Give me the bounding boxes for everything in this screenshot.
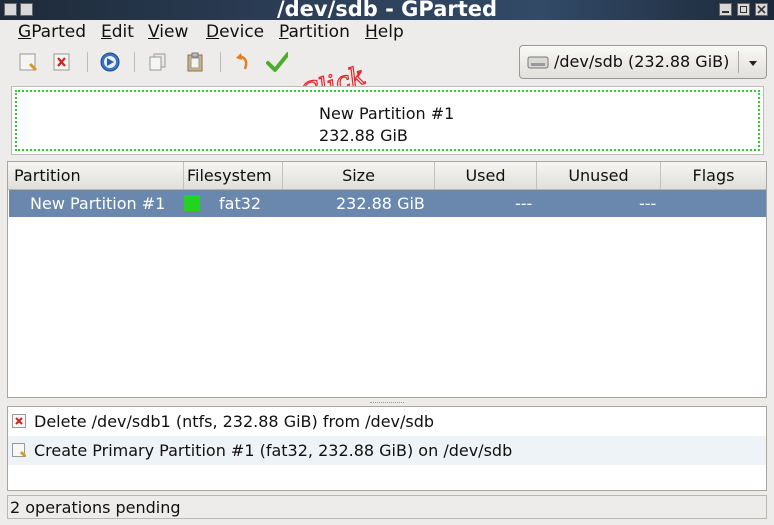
toolbar-separator [220, 52, 221, 72]
undo-icon [236, 53, 248, 70]
new-partition-button[interactable] [17, 51, 39, 73]
operation-item[interactable]: Delete /dev/sdb1 (ntfs, 232.88 GiB) from… [8, 407, 766, 436]
table-row[interactable]: New Partition #1 fat32 232.88 GiB --- --… [9, 190, 766, 217]
menu-bar: GParted Edit View Device Partition Help [0, 20, 774, 44]
cell-size: 232.88 GiB [336, 194, 425, 213]
filesystem-color-swatch [184, 195, 200, 211]
column-partition[interactable]: Partition [8, 162, 184, 189]
menu-gparted[interactable]: GParted [18, 22, 86, 42]
gparted-window: /dev/sdb - GParted GParted Edit View Dev… [0, 0, 774, 525]
delete-icon [53, 53, 70, 71]
column-size[interactable]: Size [283, 162, 435, 189]
close-window-icon[interactable] [755, 3, 768, 16]
status-bar: 2 operations pending [7, 495, 767, 519]
copy-button[interactable] [147, 51, 169, 73]
menu-edit[interactable]: Edit [101, 22, 134, 42]
menu-device[interactable]: Device [206, 22, 264, 42]
partition-table: Partition Filesystem Size Used Unused Fl… [7, 161, 767, 398]
column-flags[interactable]: Flags [661, 162, 766, 189]
cell-filesystem: fat32 [219, 194, 262, 213]
undo-button[interactable] [232, 51, 254, 73]
hard-disk-icon [527, 56, 549, 69]
menu-help[interactable]: Help [365, 22, 404, 42]
cell-used: --- [515, 194, 533, 213]
resize-move-icon [100, 52, 120, 72]
table-header: Partition Filesystem Size Used Unused Fl… [8, 162, 766, 190]
paste-button[interactable] [184, 51, 206, 73]
graph-partition-size: 232.88 GiB [319, 126, 408, 145]
partition-graph-block[interactable]: New Partition #1 232.88 GiB [15, 90, 760, 151]
combo-divider [738, 51, 739, 73]
resize-move-button[interactable] [99, 51, 121, 73]
apply-icon [266, 52, 288, 72]
window-title: /dev/sdb - GParted [276, 0, 498, 21]
partition-graph: New Partition #1 232.88 GiB [11, 86, 764, 155]
delete-icon [12, 414, 26, 428]
menu-partition[interactable]: Partition [279, 22, 350, 42]
column-used[interactable]: Used [435, 162, 537, 189]
operation-text: Delete /dev/sdb1 (ntfs, 232.88 GiB) from… [34, 412, 435, 431]
cell-partition: New Partition #1 [30, 194, 166, 213]
delete-partition-button[interactable] [51, 51, 73, 73]
toolbar-separator [134, 52, 135, 72]
device-selector[interactable]: /dev/sdb (232.88 GiB) [519, 45, 767, 79]
new-partition-icon [12, 443, 26, 457]
minimize-icon[interactable] [719, 3, 732, 16]
menu-view[interactable]: View [148, 22, 188, 42]
operation-item[interactable]: Create Primary Partition #1 (fat32, 232.… [8, 436, 766, 465]
column-filesystem[interactable]: Filesystem [184, 162, 283, 189]
title-bar[interactable]: /dev/sdb - GParted [0, 0, 774, 21]
status-text: 2 operations pending [10, 498, 181, 517]
toolbar-separator [87, 52, 88, 72]
operation-text: Create Primary Partition #1 (fat32, 232.… [34, 441, 513, 460]
copy-icon [149, 53, 166, 71]
cell-unused: --- [639, 194, 657, 213]
operations-list: Delete /dev/sdb1 (ntfs, 232.88 GiB) from… [7, 406, 767, 491]
paste-icon [187, 52, 203, 72]
device-selector-label: /dev/sdb (232.88 GiB) [554, 52, 730, 71]
graph-partition-name: New Partition #1 [319, 104, 455, 123]
new-partition-icon [19, 53, 38, 72]
maximize-icon[interactable] [737, 3, 750, 16]
chevron-down-icon [749, 61, 757, 66]
apply-button[interactable] [266, 51, 288, 73]
column-unused[interactable]: Unused [537, 162, 661, 189]
